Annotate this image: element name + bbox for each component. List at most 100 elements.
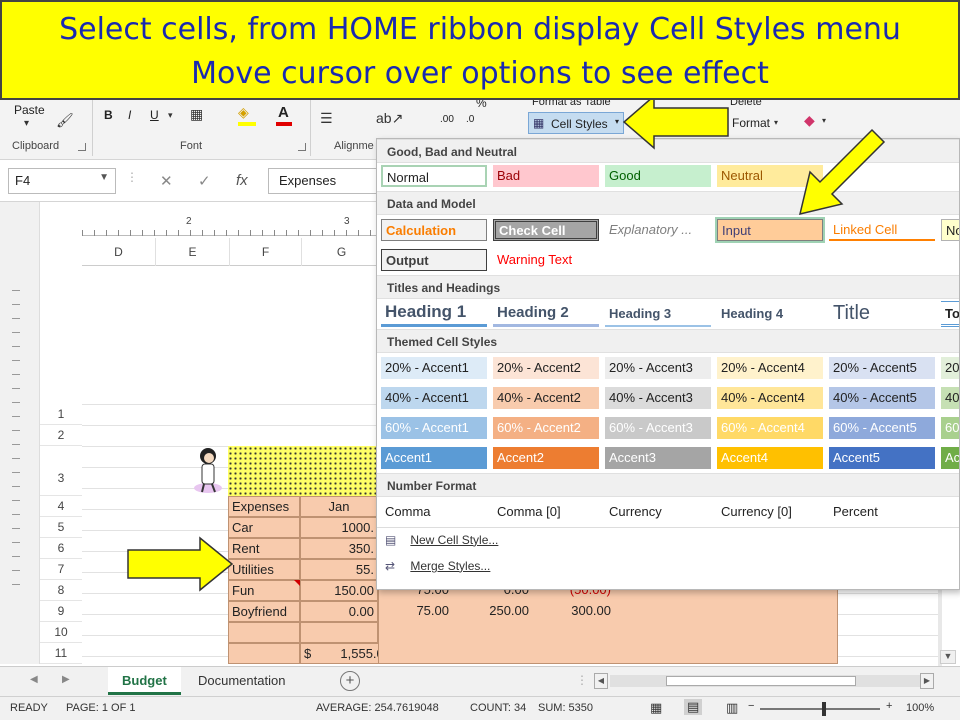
style-40-accent1[interactable]: 40% - Accent1	[381, 387, 487, 409]
style-total[interactable]: To	[941, 301, 959, 327]
format-painter-icon[interactable]: 🖌	[56, 112, 74, 129]
label-cell[interactable]: Rent	[228, 538, 300, 559]
style-60-accent1[interactable]: 60% - Accent1	[381, 417, 487, 439]
style-60-accent5[interactable]: 60% - Accent5	[829, 417, 935, 439]
empty-cell[interactable]	[300, 622, 378, 643]
row-header[interactable]: 10	[40, 622, 82, 643]
horizontal-scrollbar[interactable]	[610, 675, 920, 687]
style-input[interactable]: Input	[715, 217, 825, 243]
tab-scroll-right-icon[interactable]: ▶	[62, 674, 70, 685]
style-comma[interactable]: Comma	[381, 501, 487, 523]
row-header[interactable]: 1	[40, 404, 82, 425]
jan-value-cell[interactable]: 1000.	[300, 517, 378, 538]
clear-dropdown-icon[interactable]: ▾	[822, 116, 826, 125]
borders-icon[interactable]: ▦	[190, 106, 203, 123]
merge-styles-command[interactable]: ⇄ Merge Styles...	[385, 559, 490, 573]
label-cell[interactable]: Car	[228, 517, 300, 538]
label-cell[interactable]: Expenses	[228, 496, 300, 517]
zoom-out-icon[interactable]: −	[748, 700, 754, 712]
row9-value[interactable]: 250.00	[462, 601, 532, 622]
clipboard-launcher-icon[interactable]	[78, 143, 86, 151]
name-box[interactable]: F4 ▼	[8, 168, 116, 194]
bold-button[interactable]: B	[104, 108, 113, 122]
empty-cell[interactable]	[228, 643, 300, 664]
style-40-accent6[interactable]: 40	[941, 387, 959, 409]
style-40-accent3[interactable]: 40% - Accent3	[605, 387, 711, 409]
jan-value-cell[interactable]: 55.	[300, 559, 378, 580]
page-layout-view-icon[interactable]: ▤	[684, 699, 703, 715]
style-good[interactable]: Good	[605, 165, 711, 187]
column-header-g[interactable]: G	[302, 238, 382, 266]
font-launcher-icon[interactable]	[298, 143, 306, 151]
style-title[interactable]: Title	[829, 299, 935, 325]
row-header[interactable]: 9	[40, 601, 82, 622]
format-button[interactable]: Format	[732, 116, 770, 130]
jan-header-cell[interactable]: Jan	[300, 496, 378, 517]
style-bad[interactable]: Bad	[493, 165, 599, 187]
cell-styles-button[interactable]: ▦ Cell Styles ▾	[528, 112, 624, 134]
page-break-view-icon[interactable]: ▥	[726, 700, 738, 716]
row-header[interactable]: 4	[40, 496, 82, 517]
column-header-f[interactable]: F	[230, 238, 302, 266]
new-cell-style-command[interactable]: ▤ New Cell Style...	[385, 533, 498, 547]
row-header[interactable]: 5	[40, 517, 82, 538]
row-header[interactable]: 7	[40, 559, 82, 580]
style-20-accent1[interactable]: 20% - Accent1	[381, 357, 487, 379]
style-comma-0[interactable]: Comma [0]	[493, 501, 599, 523]
column-header-e[interactable]: E	[156, 238, 230, 266]
style-percent[interactable]: Percent	[829, 501, 935, 523]
tab-documentation[interactable]: Documentation	[184, 667, 299, 695]
tab-splitter-icon[interactable]: ⋮	[576, 673, 588, 687]
style-heading-3[interactable]: Heading 3	[605, 301, 711, 327]
style-accent3[interactable]: Accent3	[605, 447, 711, 469]
style-linked-cell[interactable]: Linked Cell	[829, 219, 935, 241]
format-dropdown-icon[interactable]: ▾	[774, 118, 778, 127]
tab-budget[interactable]: Budget	[108, 667, 181, 695]
scroll-down-icon[interactable]: ▼	[940, 650, 956, 664]
style-20-accent6[interactable]: 20	[941, 357, 959, 379]
decrease-decimal-button[interactable]: .0	[466, 114, 474, 125]
style-60-accent4[interactable]: 60% - Accent4	[717, 417, 823, 439]
orientation-icon[interactable]: ab↗	[376, 110, 403, 127]
name-box-dropdown-icon[interactable]: ▼	[99, 172, 109, 183]
style-heading-4[interactable]: Heading 4	[717, 301, 823, 327]
style-currency[interactable]: Currency	[605, 501, 711, 523]
add-sheet-button[interactable]: +	[340, 671, 360, 691]
horizontal-scroll-thumb[interactable]	[666, 676, 856, 686]
paste-button[interactable]: Paste	[14, 103, 45, 117]
style-accent5[interactable]: Accent5	[829, 447, 935, 469]
style-40-accent2[interactable]: 40% - Accent2	[493, 387, 599, 409]
fill-color-icon[interactable]: ◈	[238, 104, 249, 121]
row-header[interactable]: 11	[40, 643, 82, 664]
style-accent4[interactable]: Accent4	[717, 447, 823, 469]
insert-function-icon[interactable]: fx	[236, 172, 248, 189]
underline-button[interactable]: U	[150, 108, 159, 122]
style-20-accent3[interactable]: 20% - Accent3	[605, 357, 711, 379]
label-cell[interactable]: Fun	[228, 580, 300, 601]
zoom-slider-thumb[interactable]	[822, 702, 826, 716]
style-accent1[interactable]: Accent1	[381, 447, 487, 469]
enter-formula-icon[interactable]: ✓	[198, 172, 211, 190]
style-warning-text[interactable]: Warning Text	[493, 249, 599, 271]
style-explanatory[interactable]: Explanatory ...	[605, 219, 711, 241]
style-normal[interactable]: Normal	[381, 165, 487, 187]
style-20-accent4[interactable]: 20% - Accent4	[717, 357, 823, 379]
underline-dropdown-icon[interactable]: ▾	[168, 110, 173, 121]
increase-decimal-button[interactable]: .00	[440, 114, 454, 125]
style-heading-1[interactable]: Heading 1	[381, 301, 487, 327]
empty-cell[interactable]	[228, 622, 300, 643]
tab-scroll-left-icon[interactable]: ◀	[30, 674, 38, 685]
row9-value[interactable]: 75.00	[382, 601, 452, 622]
style-output[interactable]: Output	[381, 249, 487, 271]
style-currency-0[interactable]: Currency [0]	[717, 501, 823, 523]
hscroll-right-icon[interactable]: ▶	[920, 673, 934, 689]
hscroll-left-icon[interactable]: ◀	[594, 673, 608, 689]
style-accent2[interactable]: Accent2	[493, 447, 599, 469]
jan-value-cell[interactable]: 150.00	[300, 580, 378, 601]
normal-view-icon[interactable]: ▦	[650, 700, 662, 716]
style-60-accent2[interactable]: 60% - Accent2	[493, 417, 599, 439]
zoom-level[interactable]: 100%	[906, 702, 934, 714]
cancel-formula-icon[interactable]: ✕	[160, 172, 173, 190]
row-header[interactable]: 6	[40, 538, 82, 559]
italic-button[interactable]: I	[128, 108, 131, 122]
